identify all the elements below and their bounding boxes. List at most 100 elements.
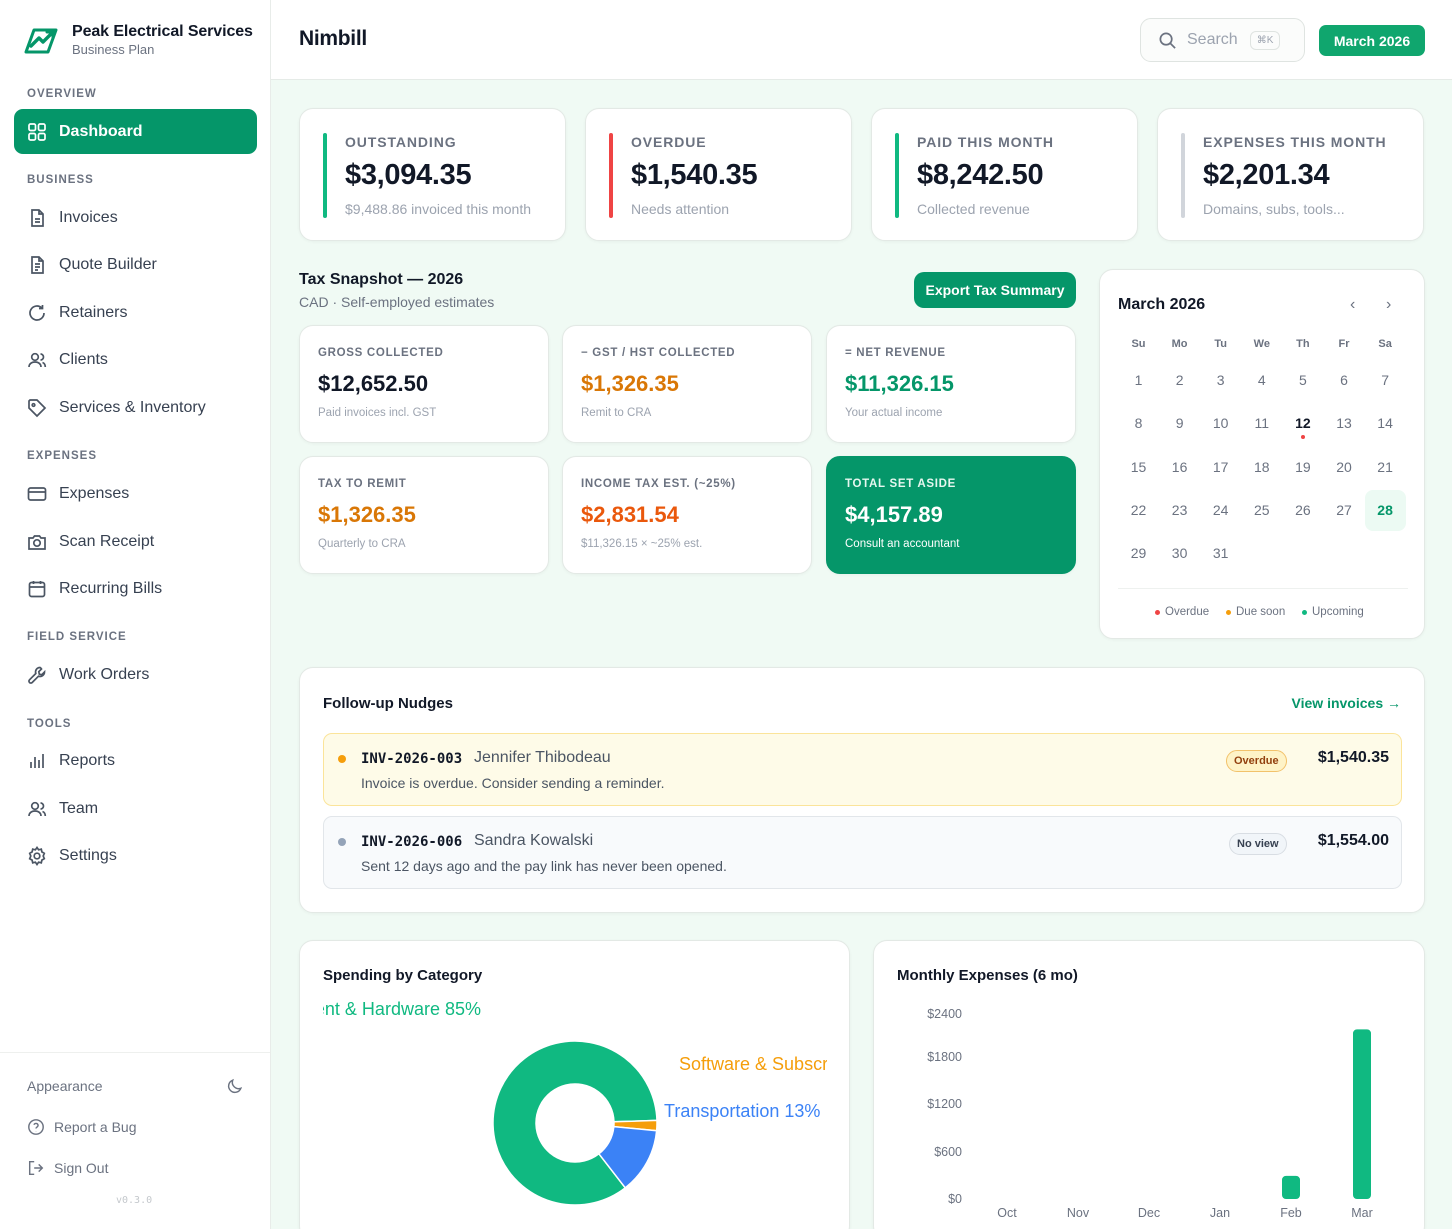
calendar-day[interactable]: 14 [1365,403,1406,444]
calendar-day[interactable]: 6 [1324,360,1365,401]
sidebar-item-label: Reports [59,751,116,769]
stat-subtext: Collected revenue [917,201,1030,217]
calendar-day[interactable]: 30 [1159,533,1200,574]
tax-card-gst-collected: − GST / HST COLLECTED $1,326.35 Remit to… [562,325,812,443]
calendar-day[interactable]: 20 [1324,447,1365,488]
x-tick-label: Jan [1210,1206,1230,1220]
calendar-day[interactable]: 17 [1200,447,1241,488]
sidebar-item-services-inventory[interactable]: Services & Inventory [14,385,257,430]
sidebar-item-retainers[interactable]: Retainers [14,290,257,335]
appearance-toggle[interactable]: Appearance [27,1078,103,1094]
document-icon [31,255,44,274]
invoice-number: INV-2026-003 [361,751,463,767]
sidebar-item-label: Services & Inventory [59,398,206,416]
calendar-day[interactable]: 1 [1118,360,1159,401]
x-tick-label: Feb [1280,1206,1302,1220]
sign-out-link[interactable]: Sign Out [27,1159,108,1177]
tax-card-income-tax-estimate: INCOME TAX EST. (~25%) $2,831.54 $11,326… [562,456,812,574]
legend-due-soon: Due soon [1226,606,1285,618]
grid-icon [28,122,46,141]
stat-label: OVERDUE [631,134,707,150]
sidebar-item-recurring-bills[interactable]: Recurring Bills [14,566,257,611]
nudge-item[interactable]: INV-2026-006 Sandra Kowalski Sent 12 day… [323,816,1402,889]
calendar-day[interactable]: 4 [1241,360,1282,401]
calendar-day[interactable]: 18 [1241,447,1282,488]
calendar-widget: March 2026 ‹ › Overdue Due soon Upcoming… [1099,269,1425,639]
view-invoices-link[interactable]: View invoices → [1292,695,1401,711]
legend-dot [1155,609,1160,615]
export-tax-summary-button[interactable]: Export Tax Summary [914,272,1076,308]
calendar-weekday: Mo [1171,338,1188,350]
calendar-day[interactable]: 13 [1324,403,1365,444]
client-name: Sandra Kowalski [474,832,594,849]
sign-out-label: Sign Out [54,1160,109,1176]
calendar-day[interactable]: 24 [1200,490,1241,531]
month-selector-button[interactable]: March 2026 [1319,25,1425,56]
calendar-day[interactable]: 25 [1241,490,1282,531]
calendar-day[interactable]: 10 [1200,403,1241,444]
nudge-amount: $1,540.35 [1317,749,1389,766]
calendar-day[interactable]: 28 [1364,489,1406,531]
tax-card-subtext: Remit to CRA [581,407,652,419]
bar[interactable] [1353,1029,1371,1199]
calendar-day[interactable]: 21 [1365,447,1406,488]
calendar-day[interactable]: 2 [1159,360,1200,401]
bar[interactable] [1282,1175,1300,1199]
calendar-day[interactable]: 22 [1118,490,1159,531]
sidebar-item-label: Settings [59,846,117,864]
tax-card-label: − GST / HST COLLECTED [581,347,736,359]
calendar-day[interactable]: 7 [1365,360,1406,401]
sidebar-item-settings[interactable]: Settings [14,833,257,878]
brand[interactable]: Peak Electrical Services Business Plan [24,22,253,58]
stat-card-overdue[interactable]: OVERDUE $1,540.35 Needs attention [585,108,852,241]
sidebar-item-scan-receipt[interactable]: Scan Receipt [14,519,257,564]
pie-chart: Equipment & Hardware 85% Software & Subsc… [323,1001,827,1206]
calendar-day[interactable]: 9 [1159,403,1200,444]
page-title: Nimbill [299,27,367,50]
stat-label: EXPENSES THIS MONTH [1203,134,1387,150]
sidebar-item-expenses[interactable]: Expenses [14,471,257,516]
calendar-weekday: Su [1131,338,1146,350]
stat-card-paid-this-month[interactable]: PAID THIS MONTH $8,242.50 Collected reve… [871,108,1138,241]
sidebar-item-dashboard[interactable]: Dashboard [14,109,257,154]
calendar-day[interactable]: 15 [1118,447,1159,488]
credit-card-icon [27,486,47,501]
chevron-right-icon[interactable]: › [1386,296,1391,314]
tag-icon [28,398,47,417]
sidebar-item-quote-builder[interactable]: Quote Builder [14,242,257,287]
sidebar-item-work-orders[interactable]: Work Orders [14,652,257,697]
pie-label: Software & Subscriptions 2% [679,1054,827,1074]
report-bug-link[interactable]: Report a Bug [27,1118,137,1136]
calendar-day[interactable]: 29 [1118,533,1159,574]
sidebar-item-invoices[interactable]: Invoices [14,195,257,240]
calendar-day[interactable]: 5 [1282,360,1323,401]
stat-value: $3,094.35 [345,159,472,191]
legend-dot [1302,609,1307,615]
moon-icon[interactable] [226,1077,244,1095]
nudge-message: Invoice is overdue. Consider sending a r… [361,775,665,791]
report-bug-label: Report a Bug [54,1119,137,1135]
calendar-weekday: Tu [1214,338,1227,350]
sidebar-item-team[interactable]: Team [14,786,257,831]
sidebar-item-reports[interactable]: Reports [14,738,257,783]
calendar-day[interactable]: 27 [1324,490,1365,531]
stat-card-outstanding[interactable]: OUTSTANDING $3,094.35 $9,488.86 invoiced… [299,108,566,241]
calendar-day[interactable]: 16 [1159,447,1200,488]
bar-chart: $0 $600 $1200 $1800 $2400 Oct Nov Dec Jan Feb Mar [927,1007,1373,1220]
search-input[interactable]: Search ⌘K [1140,18,1305,62]
chevron-left-icon[interactable]: ‹ [1350,296,1355,314]
calendar-day[interactable]: 31 [1200,533,1241,574]
nudge-item[interactable]: INV-2026-003 Jennifer Thibodeau Invoice … [323,733,1402,806]
tax-card-gross-collected: GROSS COLLECTED $12,652.50 Paid invoices… [299,325,549,443]
calendar-day[interactable]: 23 [1159,490,1200,531]
tax-card-subtext: Paid invoices incl. GST [318,407,437,419]
calendar-day[interactable]: 26 [1282,490,1323,531]
y-tick-label: $600 [934,1145,962,1159]
calendar-day[interactable]: 8 [1118,403,1159,444]
sidebar-item-clients[interactable]: Clients [14,337,257,382]
calendar-day[interactable]: 19 [1282,447,1323,488]
gear-icon [28,845,46,866]
stat-card-expenses-this-month[interactable]: EXPENSES THIS MONTH $2,201.34 Domains, s… [1157,108,1424,241]
calendar-day[interactable]: 11 [1241,403,1282,444]
calendar-day[interactable]: 3 [1200,360,1241,401]
